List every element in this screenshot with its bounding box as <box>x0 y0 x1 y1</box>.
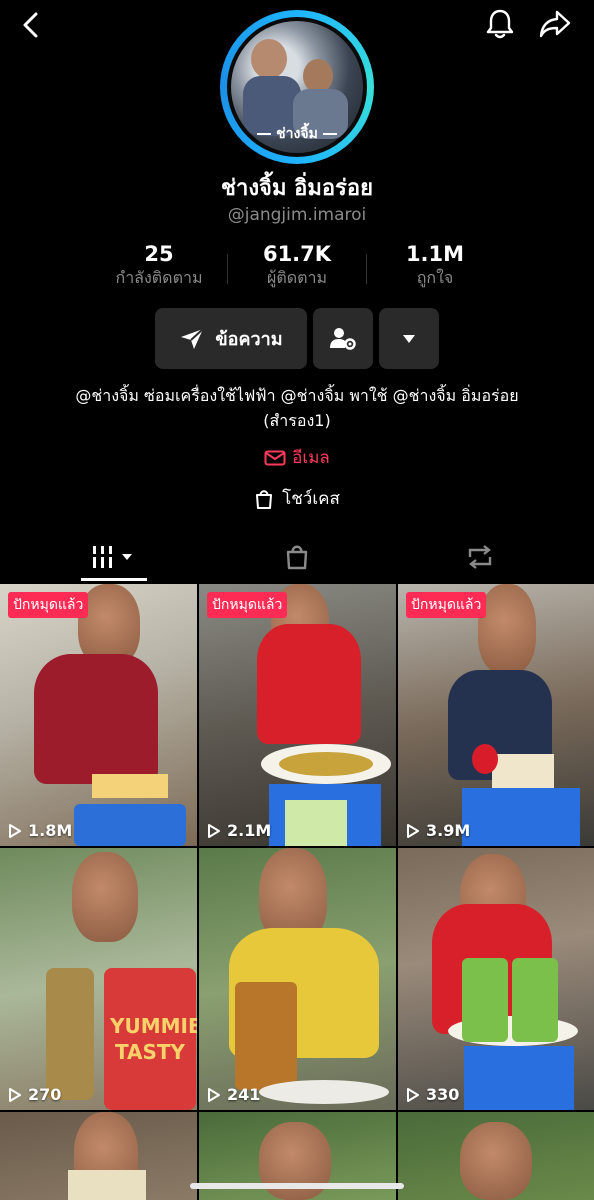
stat-value: 25 <box>144 242 174 266</box>
tab-indicator <box>81 578 147 581</box>
shopping-bag-icon <box>286 545 308 570</box>
pinned-badge: ปักหมุดแล้ว <box>406 592 487 618</box>
video-thumbnail-product <box>285 800 347 846</box>
view-count-value: 1.8M <box>28 821 73 840</box>
more-options-button[interactable] <box>379 308 439 369</box>
email-label: อีเมล <box>292 448 330 468</box>
avatar[interactable]: ช่างจิ้ม <box>220 10 374 164</box>
bell-icon <box>486 9 514 39</box>
video-thumbnail-stool <box>462 788 580 846</box>
grid-icon <box>92 546 132 568</box>
avatar-frame: ช่างจิ้ม <box>227 17 367 157</box>
email-link[interactable]: อีเมล <box>0 444 594 471</box>
view-count: 270 <box>8 1085 61 1104</box>
video-thumbnail-stool <box>464 1046 574 1110</box>
stat-value: 1.1M <box>405 242 465 266</box>
pinned-badge: ปักหมุดแล้ว <box>207 592 288 618</box>
video-thumbnail-food <box>279 752 373 776</box>
video-thumbnail-product <box>512 958 558 1042</box>
video-thumbnail-fruit <box>472 744 498 774</box>
tab-shop[interactable] <box>198 532 396 582</box>
tab-videos[interactable] <box>15 532 213 582</box>
bio: @ช่างจิ้ม ซ่อมเครื่องใช้ไฟฟ้า @ช่างจิ้ม … <box>30 383 564 433</box>
video-thumbnail-plate <box>259 1080 389 1104</box>
profile-settings-button[interactable] <box>313 308 373 369</box>
video-tile[interactable] <box>398 1112 594 1200</box>
view-count: 330 <box>406 1085 459 1104</box>
video-tile[interactable]: ปักหมุดแล้ว 1.8M <box>0 584 197 846</box>
share-button[interactable] <box>536 6 574 42</box>
play-icon <box>407 1087 419 1102</box>
home-indicator[interactable] <box>190 1183 404 1189</box>
video-thumbnail-product-package: YUMMIE TASTY <box>104 968 197 1110</box>
avatar-label: ช่างจิ้ม <box>227 123 367 145</box>
video-thumbnail-product <box>235 982 297 1090</box>
video-tile[interactable] <box>0 1112 197 1200</box>
video-thumbnail-product <box>492 754 554 790</box>
tab-reposts[interactable] <box>381 532 579 582</box>
play-icon <box>9 823 21 838</box>
view-count-value: 241 <box>227 1085 261 1104</box>
caret-down-icon <box>403 334 415 343</box>
showcase-link[interactable]: โชว์เคส <box>0 485 594 512</box>
play-icon <box>9 1087 21 1102</box>
view-count: 1.8M <box>8 821 72 840</box>
stat-likes[interactable]: 1.1M ถูกใจ <box>365 242 505 291</box>
video-thumbnail-product <box>92 774 168 798</box>
view-count: 241 <box>207 1085 260 1104</box>
video-thumbnail-person <box>478 584 536 674</box>
display-name: ช่างจิ้ม อิ่มอร่อย <box>221 176 373 201</box>
video-tile[interactable]: 241 <box>199 848 396 1110</box>
video-thumbnail-product <box>46 968 94 1100</box>
play-icon <box>407 823 419 838</box>
mail-icon <box>264 450 286 465</box>
pinned-badge: ปักหมุดแล้ว <box>8 592 89 618</box>
video-tile[interactable]: ปักหมุดแล้ว 2.1M <box>199 584 396 846</box>
video-thumbnail-person <box>460 1122 532 1200</box>
view-count-value: 3.9M <box>426 821 471 840</box>
stat-label: ถูกใจ <box>416 268 454 287</box>
showcase-label: โชว์เคส <box>282 489 340 509</box>
video-thumbnail-stool <box>74 804 186 846</box>
video-tile[interactable]: YUMMIE TASTY 270 <box>0 848 197 1110</box>
view-count: 3.9M <box>406 821 470 840</box>
chevron-left-icon <box>23 12 38 38</box>
stat-label: ผู้ติดตาม <box>266 268 328 287</box>
video-thumbnail-shirt <box>257 624 361 744</box>
video-tile[interactable]: 330 <box>398 848 594 1110</box>
view-count: 2.1M <box>207 821 271 840</box>
message-button-label: ข้อความ <box>215 329 283 350</box>
message-button[interactable]: ข้อความ <box>155 308 307 369</box>
bio-line: @ช่างจิ้ม ซ่อมเครื่องใช้ไฟฟ้า @ช่างจิ้ม … <box>75 386 519 405</box>
view-count-value: 2.1M <box>227 821 272 840</box>
shopping-bag-icon <box>256 489 273 509</box>
video-thumbnail-product <box>68 1170 146 1200</box>
video-thumbnail-shirt <box>34 654 158 784</box>
username: @jangjim.imaroi <box>227 205 367 225</box>
notification-button[interactable] <box>482 6 518 42</box>
back-button[interactable] <box>14 8 48 42</box>
play-icon <box>208 823 220 838</box>
bio-line: (สำรอง1) <box>263 411 331 430</box>
share-icon <box>539 10 571 38</box>
view-count-value: 330 <box>426 1085 460 1104</box>
send-icon <box>181 327 205 349</box>
user-gear-icon <box>330 327 356 350</box>
video-thumbnail-person <box>72 852 138 942</box>
stat-followers[interactable]: 61.7K ผู้ติดตาม <box>227 242 367 291</box>
package-text: YUMMIE TASTY <box>110 1014 197 1064</box>
stat-value: 61.7K <box>262 242 332 266</box>
video-tile[interactable]: ปักหมุดแล้ว 3.9M <box>398 584 594 846</box>
stat-following[interactable]: 25 กำลังติดตาม <box>89 242 229 291</box>
play-icon <box>208 1087 220 1102</box>
stat-label: กำลังติดตาม <box>115 268 203 287</box>
view-count-value: 270 <box>28 1085 62 1104</box>
video-thumbnail-product <box>462 958 508 1042</box>
repost-icon <box>468 545 492 569</box>
